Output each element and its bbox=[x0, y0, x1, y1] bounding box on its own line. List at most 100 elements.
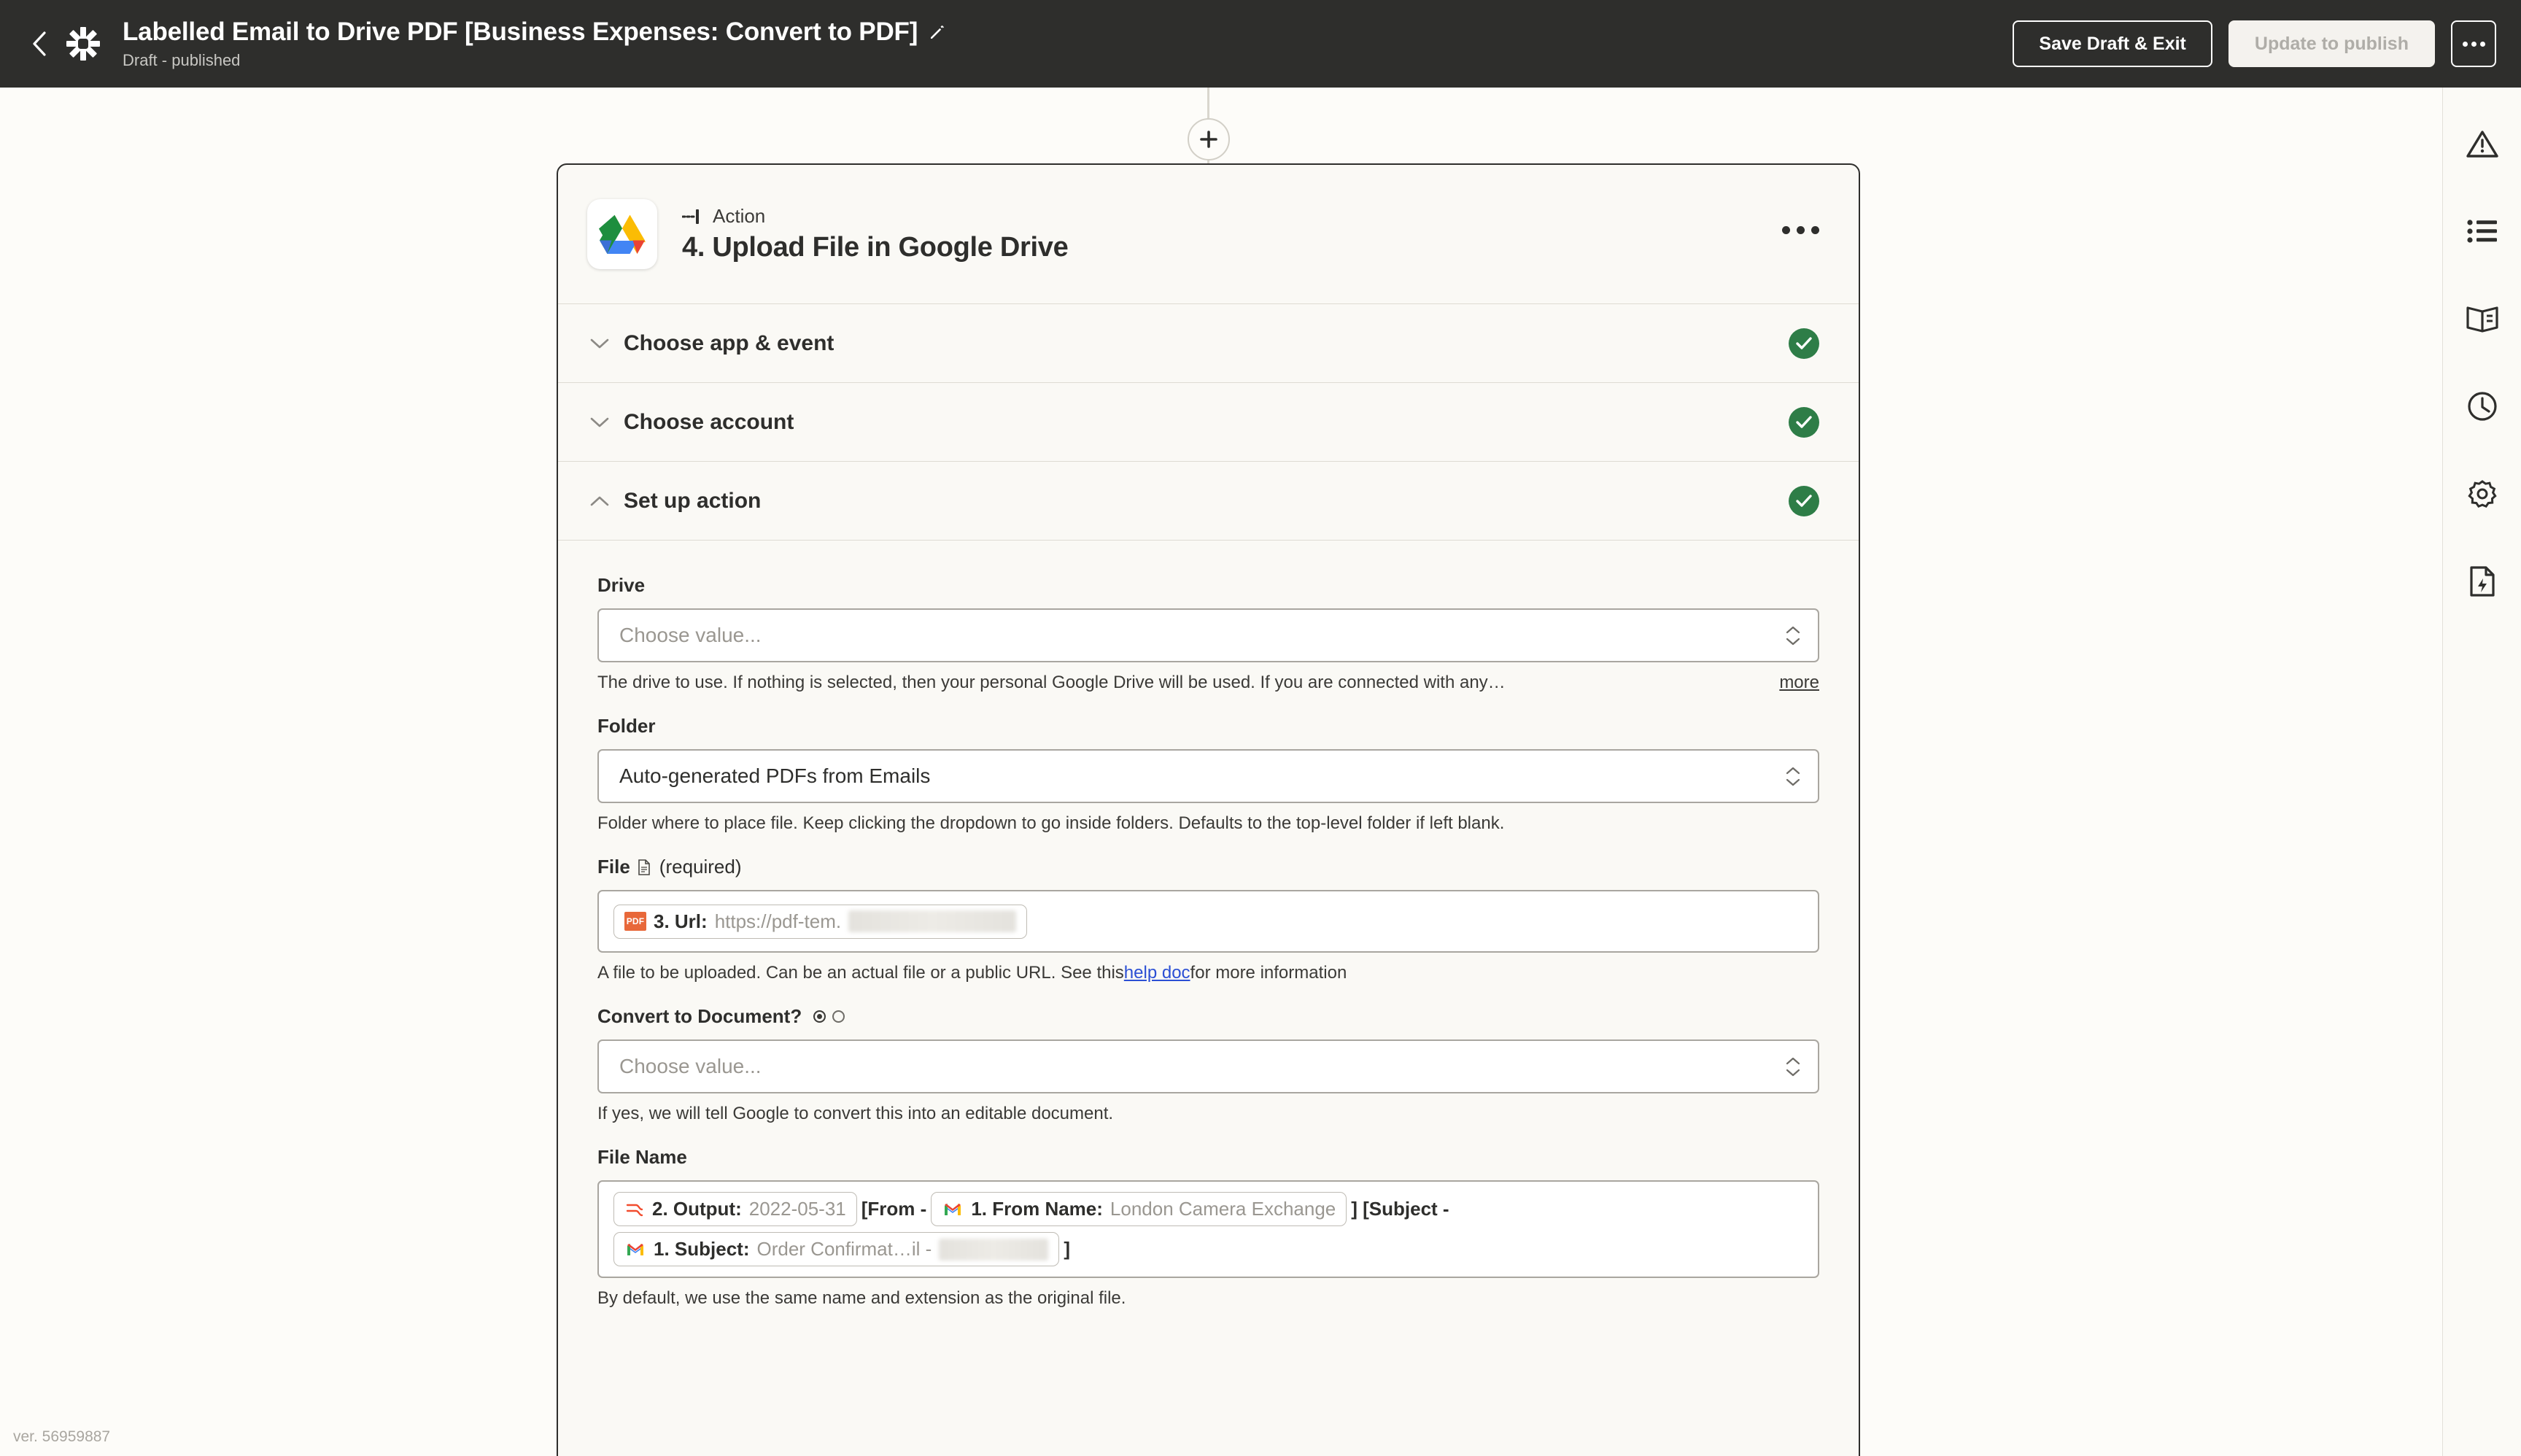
zap-title: Labelled Email to Drive PDF [Business Ex… bbox=[123, 17, 918, 46]
section-choose-app-event[interactable]: Choose app & event bbox=[558, 303, 1859, 382]
drive-label-text: Drive bbox=[597, 574, 646, 596]
convert-mode-radios bbox=[813, 1010, 845, 1023]
step-kicker-label: Action bbox=[713, 205, 766, 227]
token-value: London Camera Exchange bbox=[1110, 1198, 1336, 1220]
drive-more-link[interactable]: more bbox=[1779, 673, 1819, 693]
chevron-up-down-icon bbox=[1786, 626, 1800, 646]
token-gmail-subject[interactable]: 1. Subject: Order Confirmat…il - bbox=[613, 1232, 1060, 1266]
field-label: Folder bbox=[597, 715, 1819, 737]
pencil-icon[interactable] bbox=[928, 23, 947, 42]
top-bar-left: Labelled Email to Drive PDF [Business Ex… bbox=[0, 18, 947, 70]
drive-helper-text: The drive to use. If nothing is selected… bbox=[597, 673, 1506, 692]
field-file-name: File Name 2. Output: 2022-05-31 [From - … bbox=[597, 1146, 1819, 1309]
radio-custom-mode[interactable] bbox=[832, 1010, 845, 1023]
field-drive: Drive Choose value... The drive to use. … bbox=[597, 574, 1819, 693]
chevron-up-down-icon bbox=[1786, 1057, 1800, 1077]
token-formatter-output[interactable]: 2. Output: 2022-05-31 bbox=[613, 1192, 857, 1226]
google-drive-icon bbox=[587, 199, 657, 269]
field-convert-to-document: Convert to Document? Choose value... If … bbox=[597, 1005, 1819, 1124]
convert-helper-text: If yes, we will tell Google to convert t… bbox=[597, 1104, 1114, 1123]
file-required-text: (required) bbox=[659, 856, 742, 878]
status-badge bbox=[1789, 485, 1819, 516]
formatter-icon bbox=[624, 1200, 645, 1219]
step-card: Action 4. Upload File in Google Drive Ch… bbox=[557, 163, 1860, 1456]
help-doc-link[interactable]: help doc bbox=[1124, 963, 1190, 983]
chevron-left-icon[interactable] bbox=[25, 27, 54, 61]
folder-helper-text: Folder where to place file. Keep clickin… bbox=[597, 813, 1505, 833]
top-bar-titles: Labelled Email to Drive PDF [Business Ex… bbox=[123, 18, 947, 70]
more-horizontal-icon[interactable] bbox=[2451, 20, 2496, 67]
folder-select[interactable]: Auto-generated PDFs from Emails bbox=[597, 749, 1819, 803]
filename-label-text: File Name bbox=[597, 1146, 687, 1168]
section-choose-account[interactable]: Choose account bbox=[558, 382, 1859, 461]
filename-literal-3: ] bbox=[1064, 1238, 1070, 1260]
list-icon[interactable] bbox=[2463, 212, 2502, 251]
field-helper: The drive to use. If nothing is selected… bbox=[597, 673, 1819, 693]
right-toolbar bbox=[2442, 88, 2521, 1456]
add-step-button[interactable] bbox=[1188, 118, 1230, 160]
top-bar: Labelled Email to Drive PDF [Business Ex… bbox=[0, 0, 2521, 88]
token-value: https://pdf-tem. bbox=[714, 910, 842, 932]
token-name: 3. Url: bbox=[654, 910, 708, 932]
drive-select[interactable]: Choose value... bbox=[597, 608, 1819, 662]
field-label: Convert to Document? bbox=[597, 1005, 1819, 1028]
document-icon bbox=[638, 859, 652, 876]
status-badge bbox=[1789, 328, 1819, 359]
zap-title-row: Labelled Email to Drive PDF [Business Ex… bbox=[123, 18, 947, 47]
section-label: Set up action bbox=[624, 488, 762, 513]
field-helper: If yes, we will tell Google to convert t… bbox=[597, 1104, 1819, 1124]
step-title: 4. Upload File in Google Drive bbox=[682, 232, 1069, 263]
book-icon[interactable] bbox=[2463, 299, 2502, 338]
file-helper-after: for more information bbox=[1190, 963, 1347, 983]
radio-dropdown-mode[interactable] bbox=[813, 1010, 826, 1023]
token-value: Order Confirmat…il - bbox=[756, 1238, 932, 1260]
section-label: Choose account bbox=[624, 409, 794, 434]
save-draft-exit-button[interactable]: Save Draft & Exit bbox=[2013, 20, 2212, 67]
zap-canvas: Action 4. Upload File in Google Drive Ch… bbox=[0, 88, 2442, 1456]
file-input[interactable]: PDF 3. Url: https://pdf-tem. bbox=[597, 890, 1819, 953]
step-card-titles: Action 4. Upload File in Google Drive bbox=[682, 205, 1069, 263]
top-bar-actions: Save Draft & Exit Update to publish bbox=[2013, 0, 2496, 88]
section-set-up-action[interactable]: Set up action bbox=[558, 461, 1859, 540]
convert-placeholder: Choose value... bbox=[619, 1055, 762, 1077]
warning-triangle-icon[interactable] bbox=[2463, 124, 2502, 163]
token-name: 1. From Name: bbox=[971, 1198, 1103, 1220]
field-folder: Folder Auto-generated PDFs from Emails F… bbox=[597, 715, 1819, 834]
token-name: 1. Subject: bbox=[654, 1238, 750, 1260]
clock-icon[interactable] bbox=[2463, 387, 2502, 426]
chevron-down-icon bbox=[587, 410, 612, 435]
token-pdf-url[interactable]: PDF 3. Url: https://pdf-tem. bbox=[613, 904, 1028, 939]
gmail-icon bbox=[942, 1201, 964, 1218]
filename-helper-text: By default, we use the same name and ext… bbox=[597, 1288, 1126, 1308]
field-helper: By default, we use the same name and ext… bbox=[597, 1288, 1819, 1309]
step-menu-button[interactable] bbox=[1782, 226, 1819, 234]
gmail-icon bbox=[624, 1241, 646, 1258]
field-label: Drive bbox=[597, 574, 1819, 597]
convert-select[interactable]: Choose value... bbox=[597, 1039, 1819, 1093]
gear-icon[interactable] bbox=[2463, 474, 2502, 514]
file-helper-before: A file to be uploaded. Can be an actual … bbox=[597, 963, 1124, 983]
convert-label-text: Convert to Document? bbox=[597, 1005, 802, 1027]
zap-status: Draft - published bbox=[123, 51, 241, 70]
token-name: 2. Output: bbox=[652, 1198, 742, 1220]
token-gmail-from-name[interactable]: 1. From Name: London Camera Exchange bbox=[931, 1192, 1347, 1226]
filename-literal-1: [From - bbox=[861, 1198, 927, 1220]
zapier-logo-icon[interactable] bbox=[63, 23, 104, 64]
file-name-input[interactable]: 2. Output: 2022-05-31 [From - 1. From Na… bbox=[597, 1180, 1819, 1278]
step-kicker: Action bbox=[682, 205, 1068, 228]
redacted-value bbox=[939, 1238, 1049, 1261]
filename-literal-2: ] [Subject - bbox=[1351, 1198, 1449, 1220]
field-file: File (required) PDF 3. Url: https://pdf-… bbox=[597, 856, 1819, 983]
field-label: File (required) bbox=[597, 856, 1819, 878]
pdf-icon: PDF bbox=[624, 912, 646, 931]
redacted-value bbox=[848, 910, 1017, 932]
folder-label-text: Folder bbox=[597, 715, 656, 737]
document-bolt-icon[interactable] bbox=[2463, 562, 2502, 601]
field-helper: Folder where to place file. Keep clickin… bbox=[597, 813, 1819, 834]
update-to-publish-button[interactable]: Update to publish bbox=[2228, 20, 2435, 67]
token-value: 2022-05-31 bbox=[748, 1198, 846, 1220]
setup-action-form: Drive Choose value... The drive to use. … bbox=[558, 540, 1859, 1309]
field-label: File Name bbox=[597, 1146, 1819, 1169]
chevron-up-down-icon bbox=[1786, 767, 1800, 786]
drive-placeholder: Choose value... bbox=[619, 624, 762, 646]
